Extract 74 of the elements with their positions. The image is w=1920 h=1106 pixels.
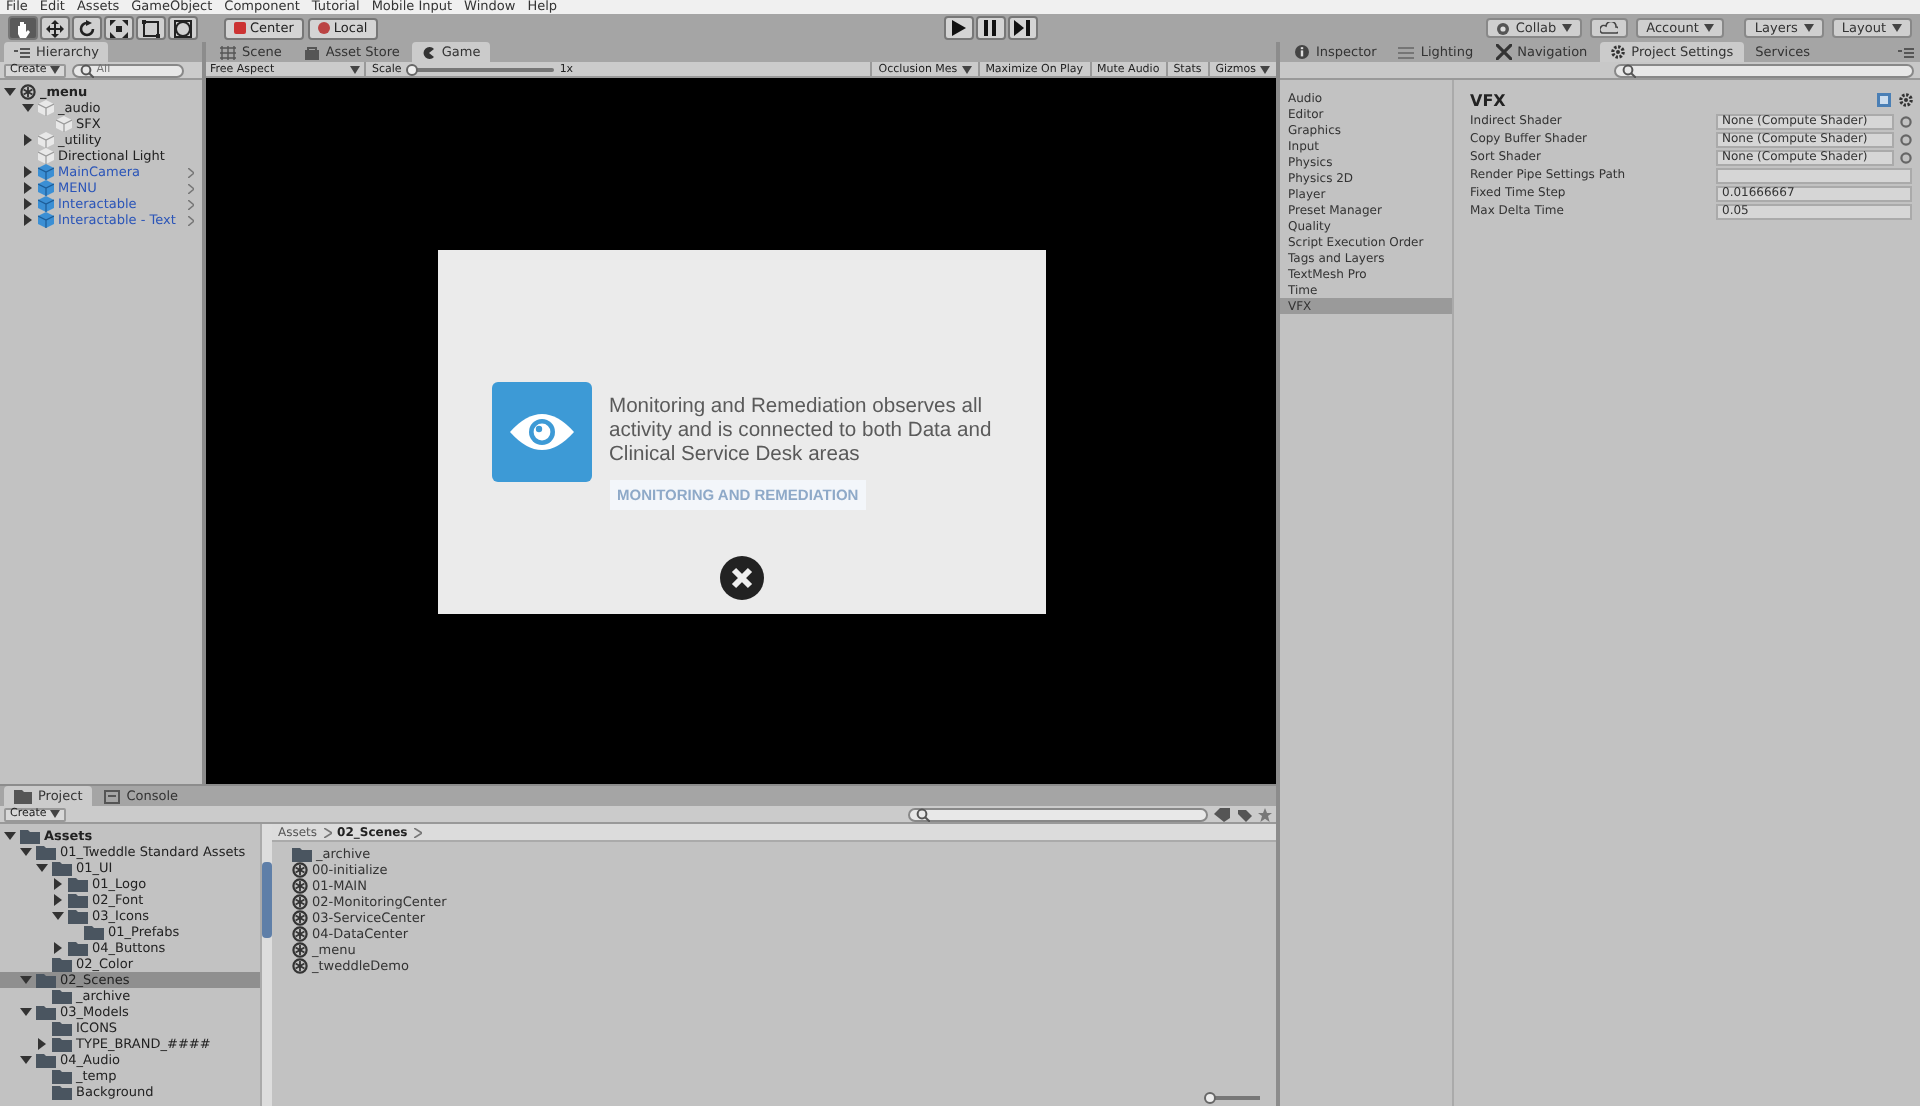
dropdown-caret-icon xyxy=(50,66,61,74)
expanded-arrow-icon[interactable] xyxy=(22,102,34,114)
gear-icon xyxy=(1609,44,1626,60)
slider-thumb[interactable] xyxy=(405,63,418,75)
search-icon xyxy=(80,63,95,77)
expanded-arrow-icon[interactable] xyxy=(4,830,16,842)
panel-menu-icon xyxy=(14,47,30,57)
expanded-arrow-icon[interactable] xyxy=(36,862,48,874)
chevron-right-icon xyxy=(413,827,422,837)
close-button[interactable] xyxy=(719,555,763,599)
step-icon xyxy=(1014,20,1031,36)
expanded-arrow-icon[interactable] xyxy=(20,846,32,858)
star-icon xyxy=(1258,807,1272,821)
collapsed-arrow-icon[interactable] xyxy=(22,214,34,226)
info-icon xyxy=(1294,44,1310,60)
slider-thumb[interactable] xyxy=(1204,1092,1216,1104)
section-title: VFX xyxy=(1470,91,1506,109)
dropdown-caret-icon xyxy=(50,810,61,818)
collapsed-arrow-icon[interactable] xyxy=(52,894,64,906)
collapsed-arrow-icon[interactable] xyxy=(22,134,34,146)
tool-button[interactable] xyxy=(8,16,38,40)
panel-menu-icon xyxy=(1898,47,1914,57)
expanded-arrow-icon[interactable] xyxy=(20,974,32,986)
collapsed-arrow-icon[interactable] xyxy=(52,878,64,890)
dropdown-caret-icon xyxy=(1562,24,1573,32)
tool-button[interactable] xyxy=(72,16,102,40)
grid-icon xyxy=(220,45,236,59)
search-icon xyxy=(1622,63,1636,77)
dropdown-caret-icon xyxy=(1803,24,1814,32)
pivot-center-icon xyxy=(234,22,246,34)
expanded-arrow-icon[interactable] xyxy=(4,86,16,98)
step-button[interactable] xyxy=(1007,16,1038,40)
eye-icon xyxy=(491,381,591,481)
play-icon xyxy=(950,20,967,36)
x-icon xyxy=(729,565,753,589)
expanded-arrow-icon[interactable] xyxy=(20,1006,32,1018)
move-icon xyxy=(46,19,64,37)
expanded-arrow-icon[interactable] xyxy=(52,910,64,922)
scale-icon xyxy=(110,19,128,37)
gear-icon xyxy=(1898,92,1914,108)
scene-icon xyxy=(20,84,36,100)
collapsed-arrow-icon[interactable] xyxy=(52,942,64,954)
search-icon xyxy=(916,807,930,821)
expanded-arrow-icon[interactable] xyxy=(20,1054,32,1066)
cloud-icon xyxy=(1600,22,1619,34)
pause-button[interactable] xyxy=(975,16,1006,40)
tool-button[interactable] xyxy=(40,16,70,40)
cloud-button[interactable] xyxy=(1590,18,1629,38)
rotate-icon xyxy=(78,19,96,37)
dropdown-caret-icon xyxy=(1704,24,1715,32)
dropdown-caret-icon xyxy=(1892,24,1902,32)
tool-button[interactable] xyxy=(136,16,166,40)
play-button[interactable] xyxy=(943,16,974,40)
console-icon xyxy=(104,789,121,803)
dialog-message: Monitoring and Remediation observes all activity and is connected to both Data and Clinical Service Desk areas xyxy=(609,395,994,467)
tool-button[interactable] xyxy=(168,16,198,40)
folder-icon xyxy=(292,846,312,862)
scrollbar[interactable] xyxy=(260,824,272,1106)
text-field[interactable] xyxy=(1716,167,1912,183)
transform-icon xyxy=(174,19,192,37)
pacman-icon xyxy=(421,45,436,59)
chevron-right-icon xyxy=(323,827,332,837)
tool-button[interactable] xyxy=(104,16,134,40)
collapsed-arrow-icon[interactable] xyxy=(36,1038,48,1050)
search-field[interactable] xyxy=(1614,63,1914,77)
collapsed-arrow-icon[interactable] xyxy=(22,198,34,210)
shopping-bag-icon xyxy=(303,45,320,59)
hand-icon xyxy=(14,19,32,37)
collapsed-arrow-icon[interactable] xyxy=(22,166,34,178)
rect-tool-icon xyxy=(142,19,160,37)
lines-icon xyxy=(1398,45,1415,59)
collapsed-arrow-icon[interactable] xyxy=(22,182,34,194)
search-field[interactable] xyxy=(908,807,1208,821)
pause-icon xyxy=(982,20,999,36)
